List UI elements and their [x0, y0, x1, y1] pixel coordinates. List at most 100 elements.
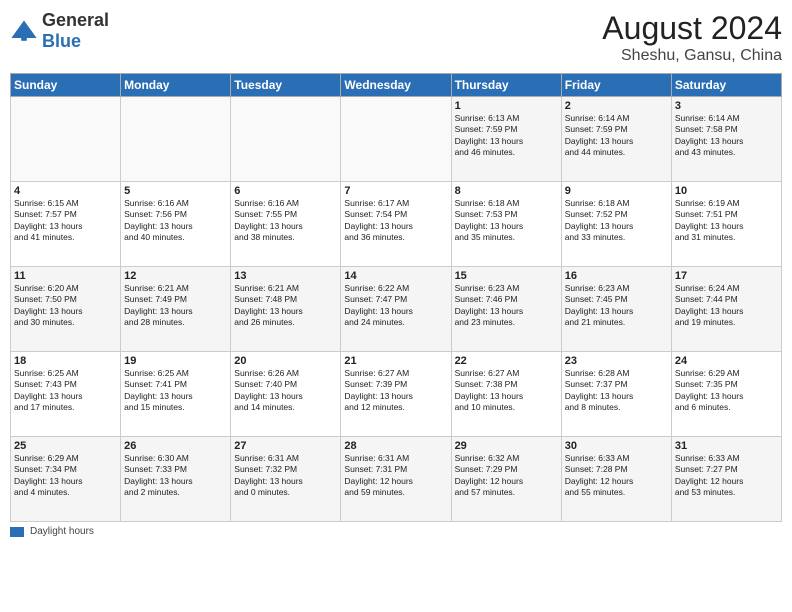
day-info: Sunrise: 6:18 AM Sunset: 7:53 PM Dayligh…	[455, 198, 558, 244]
day-info: Sunrise: 6:31 AM Sunset: 7:32 PM Dayligh…	[234, 453, 337, 499]
day-number: 10	[675, 185, 778, 197]
day-number: 19	[124, 355, 227, 367]
calendar-header-tuesday: Tuesday	[231, 74, 341, 97]
calendar-header-sunday: Sunday	[11, 74, 121, 97]
month-year: August 2024	[602, 10, 782, 47]
day-number: 22	[455, 355, 558, 367]
calendar-cell: 5Sunrise: 6:16 AM Sunset: 7:56 PM Daylig…	[121, 182, 231, 267]
day-number: 12	[124, 270, 227, 282]
day-number: 2	[565, 100, 668, 112]
calendar-cell: 29Sunrise: 6:32 AM Sunset: 7:29 PM Dayli…	[451, 437, 561, 522]
day-info: Sunrise: 6:29 AM Sunset: 7:34 PM Dayligh…	[14, 453, 117, 499]
logo-icon	[10, 17, 38, 45]
calendar-cell: 27Sunrise: 6:31 AM Sunset: 7:32 PM Dayli…	[231, 437, 341, 522]
day-info: Sunrise: 6:28 AM Sunset: 7:37 PM Dayligh…	[565, 368, 668, 414]
day-info: Sunrise: 6:27 AM Sunset: 7:38 PM Dayligh…	[455, 368, 558, 414]
day-number: 6	[234, 185, 337, 197]
calendar-cell: 31Sunrise: 6:33 AM Sunset: 7:27 PM Dayli…	[671, 437, 781, 522]
calendar-cell: 6Sunrise: 6:16 AM Sunset: 7:55 PM Daylig…	[231, 182, 341, 267]
calendar-week-5: 25Sunrise: 6:29 AM Sunset: 7:34 PM Dayli…	[11, 437, 782, 522]
calendar-cell: 20Sunrise: 6:26 AM Sunset: 7:40 PM Dayli…	[231, 352, 341, 437]
calendar-cell: 28Sunrise: 6:31 AM Sunset: 7:31 PM Dayli…	[341, 437, 451, 522]
day-info: Sunrise: 6:16 AM Sunset: 7:56 PM Dayligh…	[124, 198, 227, 244]
day-info: Sunrise: 6:21 AM Sunset: 7:49 PM Dayligh…	[124, 283, 227, 329]
calendar-week-2: 4Sunrise: 6:15 AM Sunset: 7:57 PM Daylig…	[11, 182, 782, 267]
day-number: 24	[675, 355, 778, 367]
calendar-week-1: 1Sunrise: 6:13 AM Sunset: 7:59 PM Daylig…	[11, 97, 782, 182]
day-info: Sunrise: 6:14 AM Sunset: 7:59 PM Dayligh…	[565, 113, 668, 159]
calendar-cell: 17Sunrise: 6:24 AM Sunset: 7:44 PM Dayli…	[671, 267, 781, 352]
calendar-cell: 30Sunrise: 6:33 AM Sunset: 7:28 PM Dayli…	[561, 437, 671, 522]
day-number: 27	[234, 440, 337, 452]
calendar-cell: 10Sunrise: 6:19 AM Sunset: 7:51 PM Dayli…	[671, 182, 781, 267]
day-info: Sunrise: 6:20 AM Sunset: 7:50 PM Dayligh…	[14, 283, 117, 329]
day-number: 26	[124, 440, 227, 452]
day-info: Sunrise: 6:27 AM Sunset: 7:39 PM Dayligh…	[344, 368, 447, 414]
calendar-header-row: SundayMondayTuesdayWednesdayThursdayFrid…	[11, 74, 782, 97]
day-info: Sunrise: 6:25 AM Sunset: 7:41 PM Dayligh…	[124, 368, 227, 414]
day-info: Sunrise: 6:15 AM Sunset: 7:57 PM Dayligh…	[14, 198, 117, 244]
day-number: 7	[344, 185, 447, 197]
day-info: Sunrise: 6:24 AM Sunset: 7:44 PM Dayligh…	[675, 283, 778, 329]
day-number: 13	[234, 270, 337, 282]
day-number: 16	[565, 270, 668, 282]
page-container: General Blue August 2024 Sheshu, Gansu, …	[0, 0, 792, 612]
day-number: 20	[234, 355, 337, 367]
day-number: 14	[344, 270, 447, 282]
calendar-header-wednesday: Wednesday	[341, 74, 451, 97]
calendar-cell: 21Sunrise: 6:27 AM Sunset: 7:39 PM Dayli…	[341, 352, 451, 437]
day-number: 4	[14, 185, 117, 197]
calendar-cell: 1Sunrise: 6:13 AM Sunset: 7:59 PM Daylig…	[451, 97, 561, 182]
day-info: Sunrise: 6:14 AM Sunset: 7:58 PM Dayligh…	[675, 113, 778, 159]
header: General Blue August 2024 Sheshu, Gansu, …	[10, 10, 782, 65]
calendar-cell: 14Sunrise: 6:22 AM Sunset: 7:47 PM Dayli…	[341, 267, 451, 352]
calendar-cell: 22Sunrise: 6:27 AM Sunset: 7:38 PM Dayli…	[451, 352, 561, 437]
legend-color-box	[10, 527, 24, 537]
day-info: Sunrise: 6:21 AM Sunset: 7:48 PM Dayligh…	[234, 283, 337, 329]
day-number: 28	[344, 440, 447, 452]
calendar-cell: 4Sunrise: 6:15 AM Sunset: 7:57 PM Daylig…	[11, 182, 121, 267]
day-info: Sunrise: 6:25 AM Sunset: 7:43 PM Dayligh…	[14, 368, 117, 414]
day-info: Sunrise: 6:19 AM Sunset: 7:51 PM Dayligh…	[675, 198, 778, 244]
day-info: Sunrise: 6:17 AM Sunset: 7:54 PM Dayligh…	[344, 198, 447, 244]
calendar-week-3: 11Sunrise: 6:20 AM Sunset: 7:50 PM Dayli…	[11, 267, 782, 352]
day-info: Sunrise: 6:32 AM Sunset: 7:29 PM Dayligh…	[455, 453, 558, 499]
calendar-cell	[231, 97, 341, 182]
calendar-cell: 18Sunrise: 6:25 AM Sunset: 7:43 PM Dayli…	[11, 352, 121, 437]
day-info: Sunrise: 6:33 AM Sunset: 7:28 PM Dayligh…	[565, 453, 668, 499]
calendar-week-4: 18Sunrise: 6:25 AM Sunset: 7:43 PM Dayli…	[11, 352, 782, 437]
calendar-cell: 13Sunrise: 6:21 AM Sunset: 7:48 PM Dayli…	[231, 267, 341, 352]
day-number: 23	[565, 355, 668, 367]
day-info: Sunrise: 6:26 AM Sunset: 7:40 PM Dayligh…	[234, 368, 337, 414]
day-number: 11	[14, 270, 117, 282]
day-number: 15	[455, 270, 558, 282]
calendar-cell	[341, 97, 451, 182]
day-info: Sunrise: 6:31 AM Sunset: 7:31 PM Dayligh…	[344, 453, 447, 499]
calendar-header-monday: Monday	[121, 74, 231, 97]
calendar-cell: 9Sunrise: 6:18 AM Sunset: 7:52 PM Daylig…	[561, 182, 671, 267]
calendar-cell: 2Sunrise: 6:14 AM Sunset: 7:59 PM Daylig…	[561, 97, 671, 182]
logo: General Blue	[10, 10, 109, 52]
calendar-cell: 25Sunrise: 6:29 AM Sunset: 7:34 PM Dayli…	[11, 437, 121, 522]
day-number: 3	[675, 100, 778, 112]
day-number: 5	[124, 185, 227, 197]
day-info: Sunrise: 6:16 AM Sunset: 7:55 PM Dayligh…	[234, 198, 337, 244]
calendar-cell: 26Sunrise: 6:30 AM Sunset: 7:33 PM Dayli…	[121, 437, 231, 522]
calendar-table: SundayMondayTuesdayWednesdayThursdayFrid…	[10, 73, 782, 522]
day-info: Sunrise: 6:29 AM Sunset: 7:35 PM Dayligh…	[675, 368, 778, 414]
day-info: Sunrise: 6:33 AM Sunset: 7:27 PM Dayligh…	[675, 453, 778, 499]
title-block: August 2024 Sheshu, Gansu, China	[602, 10, 782, 65]
logo-blue: Blue	[42, 31, 81, 51]
calendar-cell: 7Sunrise: 6:17 AM Sunset: 7:54 PM Daylig…	[341, 182, 451, 267]
calendar-cell: 8Sunrise: 6:18 AM Sunset: 7:53 PM Daylig…	[451, 182, 561, 267]
day-number: 31	[675, 440, 778, 452]
calendar-header-thursday: Thursday	[451, 74, 561, 97]
day-info: Sunrise: 6:23 AM Sunset: 7:45 PM Dayligh…	[565, 283, 668, 329]
legend-label: Daylight hours	[30, 526, 94, 537]
calendar-cell: 19Sunrise: 6:25 AM Sunset: 7:41 PM Dayli…	[121, 352, 231, 437]
day-number: 21	[344, 355, 447, 367]
day-number: 30	[565, 440, 668, 452]
calendar-cell: 16Sunrise: 6:23 AM Sunset: 7:45 PM Dayli…	[561, 267, 671, 352]
legend: Daylight hours	[10, 526, 782, 537]
day-info: Sunrise: 6:30 AM Sunset: 7:33 PM Dayligh…	[124, 453, 227, 499]
